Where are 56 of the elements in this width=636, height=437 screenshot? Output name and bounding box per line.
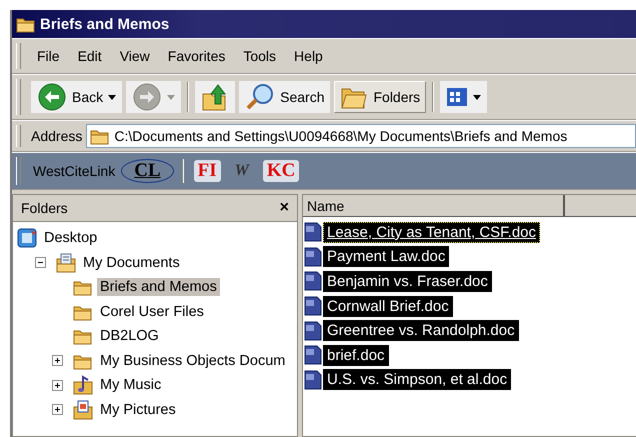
tree-item[interactable]: Briefs and Memos bbox=[97, 278, 220, 296]
caret-icon bbox=[108, 94, 116, 100]
document-icon bbox=[303, 320, 323, 341]
views-icon bbox=[446, 87, 468, 107]
close-button[interactable]: × bbox=[280, 199, 289, 217]
tree-item[interactable]: My Business Objects Docum bbox=[97, 352, 288, 370]
document-entry[interactable]: Greentree vs. Randolph.doc bbox=[323, 320, 519, 342]
document-icon bbox=[303, 246, 323, 267]
search-icon bbox=[245, 82, 276, 112]
expand-toggle[interactable] bbox=[52, 404, 63, 416]
link[interactable]: CL bbox=[121, 159, 174, 183]
tree-item[interactable]: Desktop bbox=[41, 229, 100, 248]
document-icon bbox=[303, 296, 323, 316]
pictures-folder-icon bbox=[73, 400, 93, 420]
forward-button[interactable] bbox=[126, 81, 182, 113]
caret-icon bbox=[473, 94, 482, 100]
tree-item[interactable]: DB2LOG bbox=[97, 327, 162, 346]
tree-item[interactable]: Corel User Files bbox=[97, 302, 207, 321]
folders-button[interactable]: Folders bbox=[334, 81, 426, 113]
document-icon bbox=[303, 271, 323, 292]
documents-folder-icon bbox=[56, 252, 76, 273]
document-entry[interactable]: Cornwall Brief.doc bbox=[323, 296, 453, 317]
caret-icon bbox=[167, 94, 176, 100]
document-entry[interactable]: Lease, City as Tenant, CSF.doc bbox=[323, 222, 540, 243]
document-icon bbox=[303, 370, 323, 390]
tree-item[interactable]: My Pictures bbox=[97, 400, 179, 419]
address-field[interactable]: C:\Documents and Settings\U0094668\My Documents\Briefs and Memos bbox=[86, 124, 636, 148]
menu-item[interactable]: Favorites bbox=[160, 46, 234, 66]
search-button[interactable]: Search bbox=[239, 81, 330, 113]
address-label: Address bbox=[31, 128, 82, 144]
back-button[interactable]: Back bbox=[31, 81, 122, 113]
links-label: WestCiteLink bbox=[33, 163, 116, 179]
menu-item[interactable]: View bbox=[112, 46, 158, 66]
tree-item[interactable]: My Documents bbox=[80, 254, 183, 272]
document-entry[interactable]: brief.doc bbox=[323, 344, 389, 366]
document-entry[interactable]: U.S. vs. Simpson, et al.doc bbox=[323, 369, 512, 390]
document-icon bbox=[303, 345, 323, 366]
document-icon bbox=[303, 222, 323, 242]
link[interactable]: KC bbox=[262, 160, 300, 182]
expand-toggle[interactable] bbox=[52, 355, 63, 366]
menu-item[interactable]: Help bbox=[286, 46, 331, 66]
link[interactable]: FI bbox=[194, 160, 221, 182]
pane-title: Folders bbox=[21, 200, 68, 216]
menu-item[interactable]: Tools bbox=[235, 46, 284, 66]
menu-item[interactable]: Edit bbox=[70, 46, 110, 66]
collapse-toggle[interactable] bbox=[35, 257, 46, 268]
menu-item[interactable]: File bbox=[29, 46, 68, 66]
document-entry[interactable]: Benjamin vs. Fraser.doc bbox=[323, 270, 492, 292]
up-button[interactable] bbox=[195, 81, 236, 113]
tree-item[interactable]: My Music bbox=[97, 376, 164, 394]
document-entry[interactable]: Payment Law.doc bbox=[323, 246, 450, 268]
desktop-icon bbox=[17, 228, 37, 248]
music-folder-icon bbox=[73, 375, 93, 396]
window-title: Briefs and Memos bbox=[40, 16, 170, 32]
expand-toggle[interactable] bbox=[52, 380, 63, 391]
views-button[interactable] bbox=[440, 81, 488, 113]
